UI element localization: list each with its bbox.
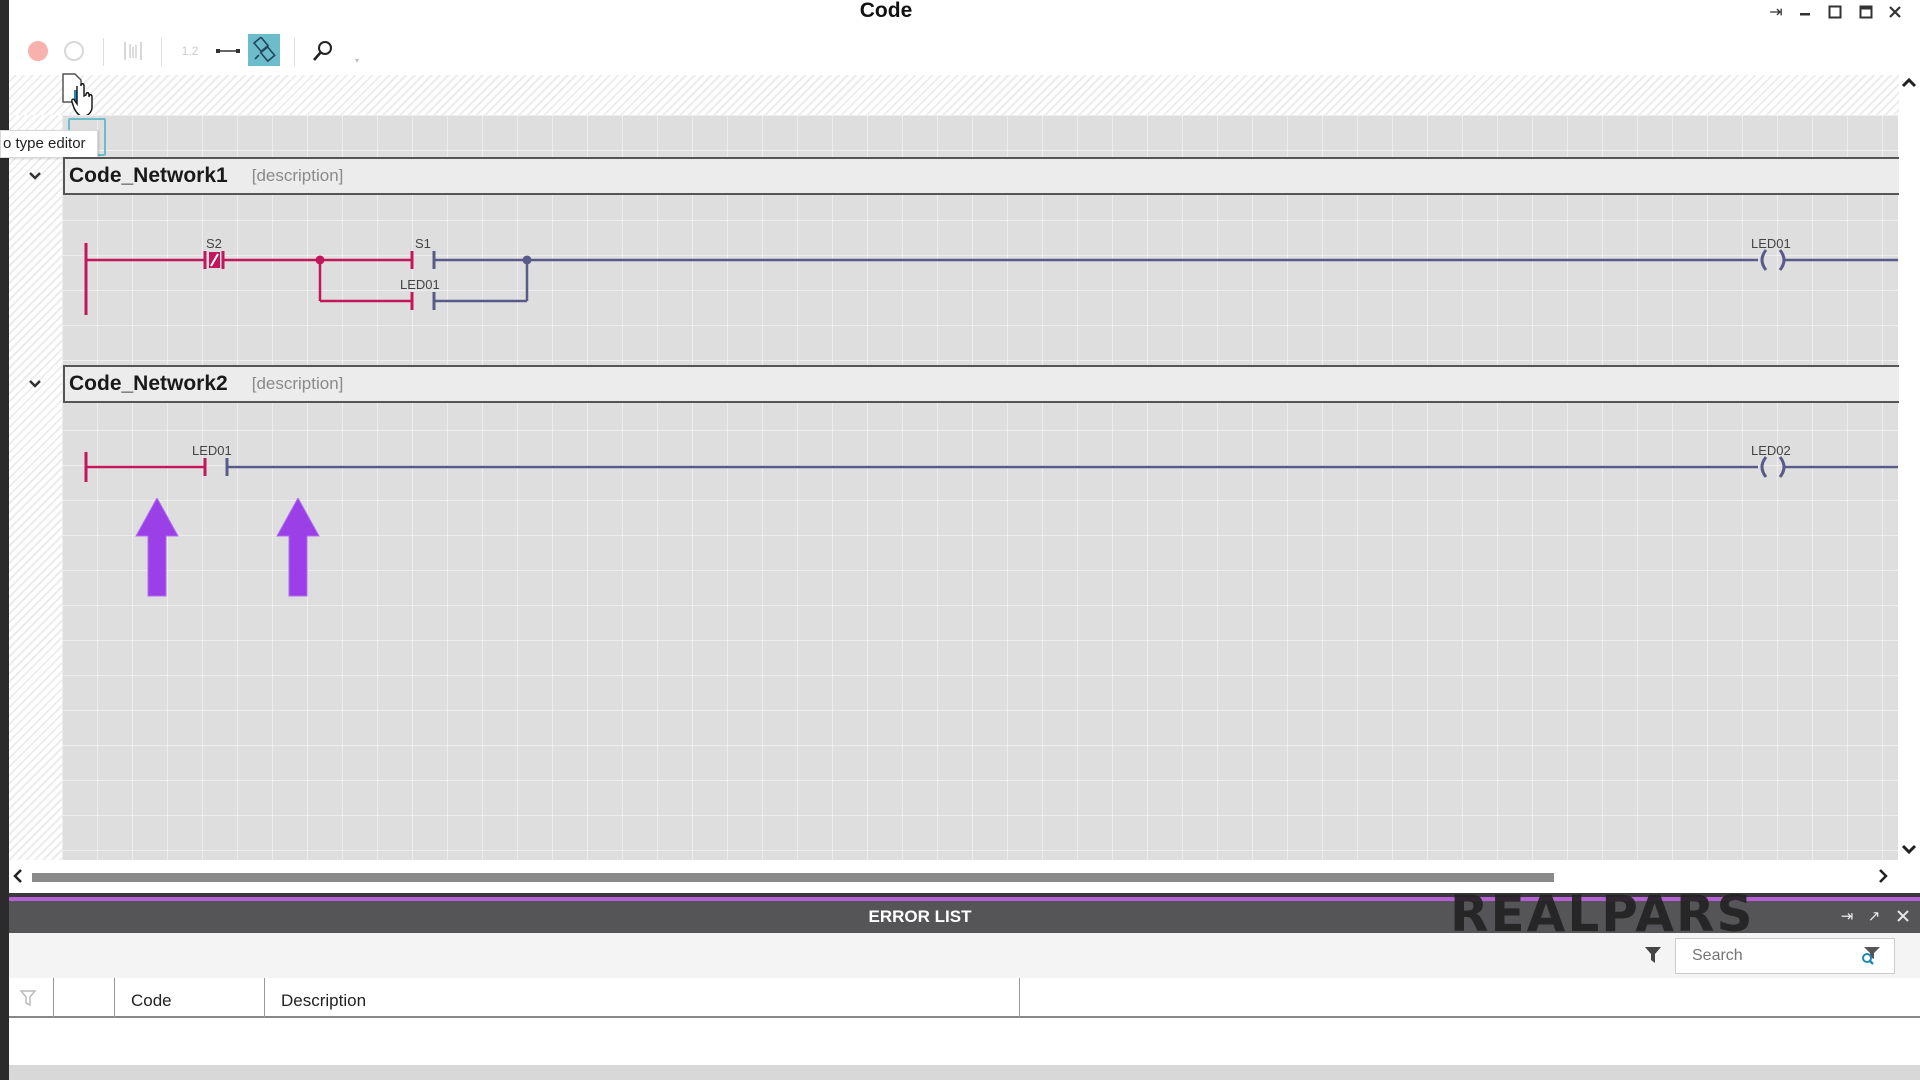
minimize-icon[interactable]: [1794, 2, 1816, 22]
tag-led01-parallel: LED01: [400, 277, 440, 292]
coil-led01[interactable]: [1760, 249, 1786, 271]
bottom-status-strip: [9, 1065, 1920, 1080]
pin-icon[interactable]: ⇥: [1765, 2, 1787, 22]
chevron-right-icon: [1879, 869, 1888, 883]
vertical-scrollbar[interactable]: [1899, 75, 1920, 865]
chevron-left-icon: [13, 869, 22, 883]
column-status-icon[interactable]: [9, 978, 54, 1018]
column-description[interactable]: Description: [265, 978, 1020, 1018]
left-edge: [0, 0, 9, 1080]
contact-led01[interactable]: [203, 458, 229, 476]
network2-title: Code_Network2: [69, 372, 228, 395]
tag-coil-led02: LED02: [1751, 443, 1791, 458]
restore-icon[interactable]: [1824, 2, 1846, 22]
scroll-up-button[interactable]: [1899, 78, 1919, 96]
scroll-left-button[interactable]: [13, 868, 27, 886]
contact-led01-parallel[interactable]: [410, 292, 436, 310]
auto-route-button[interactable]: [248, 34, 280, 66]
error-table-body: [9, 1020, 1920, 1065]
numbering-button[interactable]: 1.2: [172, 36, 208, 66]
red-circle-icon: [28, 41, 48, 61]
zoom-button[interactable]: [308, 36, 338, 66]
record-button[interactable]: [24, 36, 52, 66]
contact-s1[interactable]: [410, 251, 436, 269]
chevron-down-icon: [29, 172, 41, 180]
network1-description[interactable]: [description]: [252, 166, 344, 186]
error-list-title: ERROR LIST: [868, 907, 972, 926]
tag-s1: S1: [415, 236, 431, 251]
align-icon: [124, 42, 142, 60]
search-filter-icon: [1862, 947, 1880, 965]
maximize-icon[interactable]: [1855, 2, 1877, 22]
editor-top-band: [9, 75, 1899, 115]
connect-button[interactable]: [213, 36, 243, 66]
error-list-close-icon[interactable]: [1892, 905, 1914, 927]
stop-button[interactable]: [60, 36, 88, 66]
error-list-float-icon[interactable]: ↗: [1863, 905, 1885, 927]
network2-rung: [84, 452, 1898, 482]
numbering-icon: 1.2: [181, 44, 199, 58]
network1-rung: [84, 243, 1898, 315]
network2-description[interactable]: [description]: [252, 374, 344, 394]
annotation-arrow-left: [135, 498, 179, 597]
scroll-down-button[interactable]: [1899, 844, 1919, 862]
document-icon: [62, 73, 93, 117]
align-button[interactable]: [118, 36, 148, 66]
error-list-toolbar: [9, 933, 1920, 978]
chevron-down-icon: [1901, 844, 1917, 854]
filter-button[interactable]: [1644, 945, 1664, 965]
window-title: Code: [859, 0, 913, 22]
close-icon[interactable]: [1884, 2, 1906, 22]
annotation-arrow-right: [276, 498, 320, 597]
column-type[interactable]: [54, 978, 115, 1018]
tag-coil-led01: LED01: [1751, 236, 1791, 251]
tag-s2: S2: [206, 236, 222, 251]
network2-header[interactable]: Code_Network2 [description]: [63, 365, 1899, 403]
column-code[interactable]: Code: [115, 978, 265, 1018]
collapse-network2-button[interactable]: [24, 373, 46, 395]
chevron-down-icon: [29, 380, 41, 388]
tag-led01: LED01: [192, 443, 232, 458]
funnel-icon: [1645, 947, 1661, 963]
network-gutter: [9, 115, 62, 860]
search-filter-button[interactable]: [1860, 945, 1882, 967]
tooltip: o type editor: [0, 130, 98, 158]
collapse-network1-button[interactable]: [24, 165, 46, 187]
chevron-up-icon: [1901, 78, 1917, 88]
network1-header[interactable]: Code_Network1 [description]: [63, 157, 1899, 195]
new-network-button[interactable]: [60, 72, 100, 118]
junction-node: [522, 255, 532, 265]
coil-led02[interactable]: [1760, 456, 1786, 478]
circle-icon: [64, 41, 84, 61]
toolbar-separator: [294, 38, 295, 66]
toolbar-separator: [161, 38, 162, 66]
network1-title: Code_Network1: [69, 164, 228, 187]
horizontal-scroll-thumb[interactable]: [32, 873, 1554, 882]
link-edit-icon: [252, 37, 276, 63]
toolbar-overflow-icon[interactable]: ▾: [355, 56, 359, 65]
error-list-pin-icon[interactable]: ⇥: [1836, 905, 1858, 927]
magnifier-icon: [313, 41, 332, 61]
toolbar-separator: [103, 38, 104, 66]
clear-filter-icon: [19, 990, 37, 1007]
connector-icon: [216, 49, 240, 53]
contact-s2[interactable]: [203, 251, 225, 269]
scroll-right-button[interactable]: [1878, 868, 1892, 886]
